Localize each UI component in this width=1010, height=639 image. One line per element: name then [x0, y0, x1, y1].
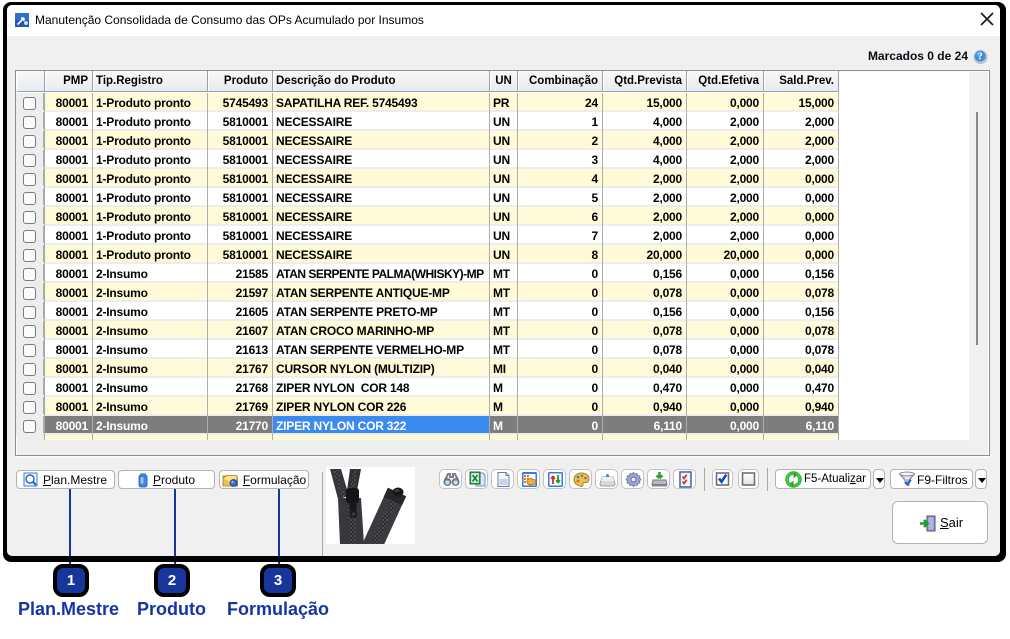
svg-text:?: ?: [978, 52, 983, 63]
